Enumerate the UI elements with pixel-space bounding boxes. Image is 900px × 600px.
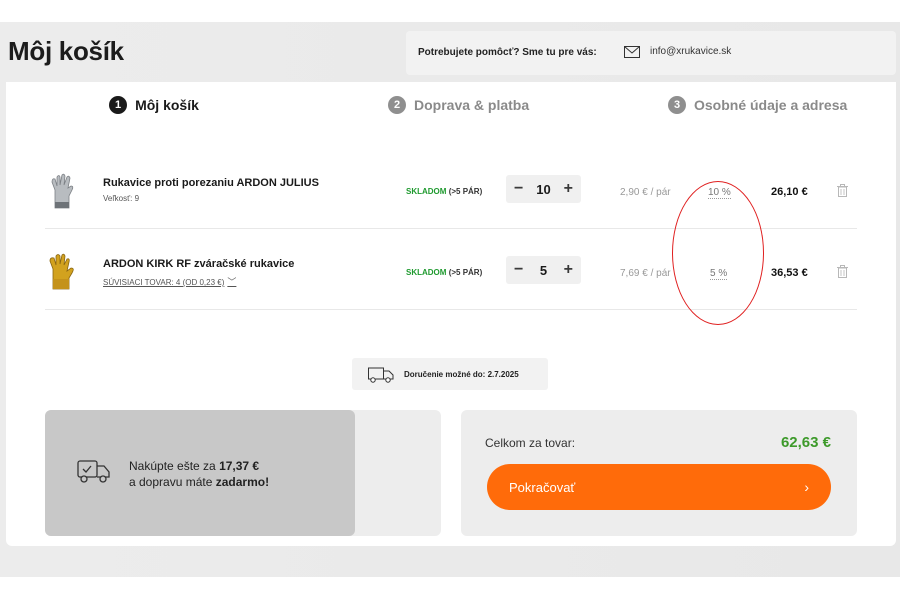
free-shipping-free: zadarmo! [215,475,270,489]
related-products-label: SÚVISIACI TOVAR: 4 (OD 0,23 €) [103,278,225,287]
tab-label: Osobné údaje a adresa [694,97,848,113]
row-total: 26,10 € [771,186,808,198]
quantity-value[interactable]: 5 [540,263,547,278]
step-number: 3 [668,96,686,114]
free-shipping-text: Nakúpte ešte za 17,37 € a dopravu máte z… [129,458,269,490]
help-email-link[interactable]: info@xrukavice.sk [650,46,731,57]
help-box: Potrebujete pomôcť? Sme tu pre vás: info… [406,31,896,75]
chevron-right-icon: › [804,479,809,495]
product-size: Veľkosť: 9 [103,194,140,203]
chevron-down-icon: ﹀ [227,277,237,287]
summary-total: 62,63 € [780,434,831,451]
quantity-stepper: − 10 + [506,175,581,203]
delivery-truck-icon [368,367,394,383]
product-name[interactable]: Rukavice proti porezaniu ARDON JULIUS [103,177,319,189]
decrease-button[interactable]: − [514,180,523,198]
tab-label: Môj košík [135,97,199,113]
free-shipping-amount: 17,37 € [219,459,260,473]
tab-label: Doprava & platba [414,97,530,113]
tab-personal-details[interactable]: 3 Osobné údaje a adresa [668,82,847,128]
stock-label: SKLADOM [406,268,447,277]
unit-price: 2,90 € / pár [620,187,671,198]
tab-my-cart[interactable]: 1 Môj košík [6,82,302,128]
product-name[interactable]: ARDON KIRK RF zváračské rukavice [103,258,294,270]
page-title: Môj košík [8,36,124,66]
stock-note: (>5 PÁR) [448,268,483,277]
step-number: 1 [109,96,128,114]
step-number: 2 [388,96,406,114]
unit-price: 7,69 € / pár [620,268,671,279]
product-image[interactable] [47,253,77,291]
free-shipping-box: Nakúpte ešte za 17,37 € a dopravu máte z… [45,410,441,536]
product-image[interactable] [47,172,77,210]
help-text: Potrebujete pomôcť? Sme tu pre vás: [418,47,597,58]
tab-shipping-payment[interactable]: 2 Doprava & platba [388,82,529,128]
delivery-date-box: Doručenie možné do: 2.7.2025 [352,358,548,390]
increase-button[interactable]: + [564,180,573,198]
increase-button[interactable]: + [564,261,573,279]
summary-label: Celkom za tovar: [485,436,576,450]
continue-button[interactable]: Pokračovať › [487,464,831,510]
free-shipping-suffix: a dopravu máte [129,475,216,489]
row-total: 36,53 € [771,267,808,279]
delivery-truck-icon [77,460,110,483]
trash-icon[interactable] [837,184,848,197]
stock-note: (>5 PÁR) [448,187,483,196]
order-summary: Celkom za tovar: 62,63 € Pokračovať › [461,410,857,536]
free-shipping-progress: Nakúpte ešte za 17,37 € a dopravu máte z… [45,410,355,536]
decrease-button[interactable]: − [514,261,523,279]
delivery-date-text: Doručenie možné do: 2.7.2025 [404,370,519,379]
red-circle-annotation [672,181,764,325]
continue-button-label: Pokračovať [509,479,576,495]
trash-icon[interactable] [837,265,848,278]
stock-label: SKLADOM [406,187,447,196]
envelope-icon [624,46,640,58]
quantity-stepper: − 5 + [506,256,581,284]
quantity-value[interactable]: 10 [536,182,550,197]
stock-status: SKLADOM (>5 PÁR) [406,187,482,196]
free-shipping-prefix: Nakúpte ešte za [129,459,220,473]
stock-status: SKLADOM (>5 PÁR) [406,268,482,277]
related-products-link[interactable]: SÚVISIACI TOVAR: 4 (OD 0,23 €) ﹀ [103,275,236,288]
